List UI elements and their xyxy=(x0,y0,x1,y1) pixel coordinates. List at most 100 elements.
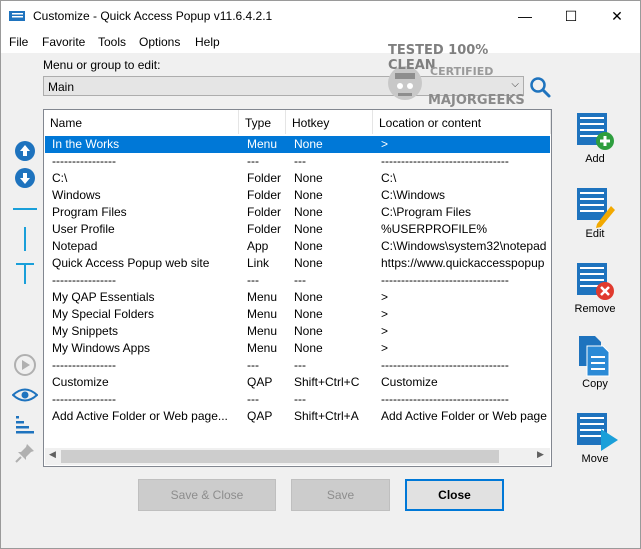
edit-favorite-icon xyxy=(577,188,615,228)
cell-name: Windows xyxy=(52,188,101,202)
arrow-up-icon xyxy=(15,141,35,161)
column-header-name[interactable]: Name xyxy=(44,110,239,134)
pin-icon xyxy=(15,444,34,463)
close-button[interactable]: Close xyxy=(405,479,504,511)
remove-favorite-button[interactable]: Remove xyxy=(566,261,624,327)
remove-label: Remove xyxy=(574,303,616,315)
cell-hotkey: None xyxy=(294,205,323,219)
move-favorite-button[interactable]: Move xyxy=(566,411,624,477)
list-item[interactable]: My Snippets Menu None > xyxy=(45,323,550,340)
move-up-button[interactable] xyxy=(9,139,41,163)
cell-location: > xyxy=(381,290,389,304)
move-label: Move xyxy=(581,453,609,465)
close-icon: ✕ xyxy=(611,7,623,24)
list-item[interactable]: User Profile Folder None %USERPROFILE% xyxy=(45,221,550,238)
scroll-left-icon[interactable]: ◀ xyxy=(49,449,56,460)
list-item[interactable]: My Special Folders Menu None > xyxy=(45,306,550,323)
list-item[interactable]: Windows Folder None C:\Windows xyxy=(45,187,550,204)
column-header-type[interactable]: Type xyxy=(239,110,286,134)
list-item[interactable]: Quick Access Popup web site Link None https… xyxy=(45,255,550,272)
horizontal-scrollbar[interactable]: ◀ ▶ xyxy=(45,448,550,465)
cell-hotkey: None xyxy=(294,239,323,253)
scrollbar-thumb[interactable] xyxy=(61,450,499,463)
cell-location: -------------------------------- xyxy=(381,154,509,168)
app-icon xyxy=(9,11,25,21)
cell-hotkey: --- xyxy=(294,392,306,406)
cell-type: Folder xyxy=(247,171,282,185)
column-header-location[interactable]: Location or content xyxy=(373,110,551,134)
cell-location: C:\Program Files xyxy=(381,205,472,219)
favorites-list[interactable]: Name Type Hotkey Location or content In … xyxy=(43,109,552,467)
save-and-close-button[interactable]: Save & Close xyxy=(138,479,276,511)
sort-icon xyxy=(16,416,34,434)
cell-hotkey: None xyxy=(294,341,323,355)
cell-type: QAP xyxy=(247,409,273,423)
list-item[interactable]: Add Active Folder or Web page... QAP Shift… xyxy=(45,408,550,425)
copy-favorite-button[interactable]: Copy xyxy=(566,336,624,402)
eye-icon xyxy=(12,388,38,402)
maximize-button[interactable]: ☐ xyxy=(548,1,594,31)
preview-button[interactable] xyxy=(9,383,41,407)
maximize-icon: ☐ xyxy=(564,7,578,24)
save-button[interactable]: Save xyxy=(291,479,390,511)
customize-window: Customize - Quick Access Popup v11.6.4.2… xyxy=(0,0,641,549)
cell-location: %USERPROFILE% xyxy=(381,222,488,236)
cell-type: Menu xyxy=(247,307,278,321)
list-item[interactable]: In the Works Menu None > xyxy=(45,136,550,153)
add-column-break-button[interactable] xyxy=(9,227,41,251)
list-item[interactable]: ---------------- --- --- ------------------… xyxy=(45,153,550,170)
search-icon[interactable] xyxy=(528,75,552,99)
cell-type: --- xyxy=(247,273,259,287)
add-separator-button[interactable] xyxy=(9,197,41,221)
minimize-button[interactable]: — xyxy=(502,1,548,31)
cell-name: My Snippets xyxy=(52,324,119,338)
list-item[interactable]: My QAP Essentials Menu None > xyxy=(45,289,550,306)
menu-file[interactable]: File xyxy=(9,35,28,49)
cell-type: QAP xyxy=(247,375,273,389)
pin-button[interactable] xyxy=(9,441,41,465)
menu-options[interactable]: Options xyxy=(139,35,180,49)
cell-name: C:\ xyxy=(52,171,68,185)
play-icon xyxy=(14,354,36,376)
cell-location: > xyxy=(381,307,389,321)
cell-type: Menu xyxy=(247,341,278,355)
arrow-down-icon xyxy=(15,168,35,188)
move-down-button[interactable] xyxy=(9,166,41,190)
title-bar: Customize - Quick Access Popup v11.6.4.2… xyxy=(1,1,640,31)
list-item[interactable]: Customize QAP Shift+Ctrl+C Customize xyxy=(45,374,550,391)
list-item[interactable]: My Windows Apps Menu None > xyxy=(45,340,550,357)
cell-type: Folder xyxy=(247,205,282,219)
cell-location: -------------------------------- xyxy=(381,358,509,372)
close-window-button[interactable]: ✕ xyxy=(594,1,640,31)
watermark-line3: MAJORGEEKS xyxy=(428,93,525,108)
add-text-separator-button[interactable] xyxy=(9,262,41,286)
cell-hotkey: None xyxy=(294,290,323,304)
column-header-hotkey[interactable]: Hotkey xyxy=(286,110,373,134)
cell-location: > xyxy=(381,137,389,151)
cell-name: ---------------- xyxy=(52,154,116,168)
add-favorite-button[interactable]: Add xyxy=(566,111,624,177)
remove-favorite-icon xyxy=(577,263,614,300)
scroll-right-icon[interactable]: ▶ xyxy=(537,449,544,460)
list-item[interactable]: Program Files Folder None C:\Program Files xyxy=(45,204,550,221)
edit-favorite-button[interactable]: Edit xyxy=(566,186,624,252)
cell-hotkey: None xyxy=(294,256,323,270)
list-item[interactable]: C:\ Folder None C:\ xyxy=(45,170,550,187)
list-item[interactable]: ---------------- --- --- ------------------… xyxy=(45,357,550,374)
cell-name: Notepad xyxy=(52,239,98,253)
cell-location: Customize xyxy=(381,375,438,389)
cell-type: Folder xyxy=(247,188,282,202)
cell-location: > xyxy=(381,341,389,355)
window-title: Customize - Quick Access Popup v11.6.4.2… xyxy=(33,9,273,23)
list-item[interactable]: ---------------- --- --- ------------------… xyxy=(45,272,550,289)
cell-hotkey: --- xyxy=(294,358,306,372)
menu-tools[interactable]: Tools xyxy=(98,35,126,49)
cell-name: ---------------- xyxy=(52,358,116,372)
list-item[interactable]: Notepad App None C:\Windows\system32\notepa… xyxy=(45,238,550,255)
run-button[interactable] xyxy=(9,353,41,377)
sort-button[interactable] xyxy=(9,413,41,437)
list-item[interactable]: ---------------- --- --- ------------------… xyxy=(45,391,550,408)
add-label: Add xyxy=(585,153,605,165)
menu-favorite[interactable]: Favorite xyxy=(42,35,85,49)
menu-help[interactable]: Help xyxy=(195,35,220,49)
